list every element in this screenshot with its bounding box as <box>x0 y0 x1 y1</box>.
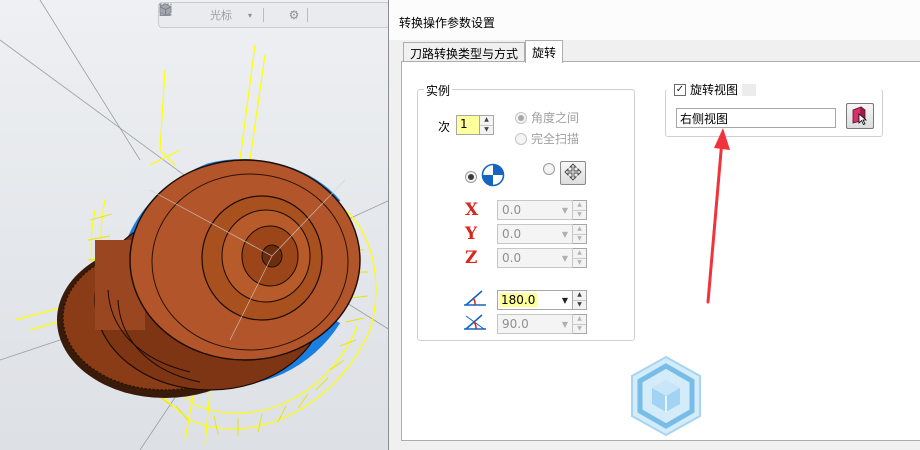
select-mode-icon[interactable] <box>159 3 206 22</box>
instance-group: 实例 次 1 ▲ ▼ 角度之间 完全扫描 X 0.0 ▼ ▲ ▼ Y 0.0 ▼… <box>417 82 635 341</box>
rotation-point-icon <box>481 163 505 190</box>
move-arrows-icon <box>564 162 582 184</box>
part-body <box>94 159 361 391</box>
start-angle-value: 180.0 <box>499 293 538 307</box>
z-value-combo[interactable]: 0.0 ▼ ▲ ▼ <box>497 248 587 268</box>
radio-dot[interactable] <box>515 132 527 145</box>
watermark-logo <box>631 355 701 437</box>
count-stepper[interactable]: 1 ▲ ▼ <box>456 115 494 135</box>
radio-rotate-move[interactable] <box>543 163 555 175</box>
spin-down-icon[interactable]: ▼ <box>573 233 586 244</box>
spin-up-icon[interactable]: ▲ <box>480 116 493 125</box>
dropdown-arrow-icon[interactable]: ▼ <box>562 230 568 239</box>
layers-icon[interactable] <box>159 4 345 22</box>
radio-full-sweep-label: 完全扫描 <box>531 132 580 146</box>
z-axis-label: Z <box>465 248 478 268</box>
floating-toolbar: 光标 ▾ ⚙ <box>158 2 390 28</box>
chevron-down-icon[interactable]: ▾ <box>243 8 257 22</box>
gear-icon[interactable]: ⚙ <box>287 8 301 22</box>
x-value-combo[interactable]: 0.0 ▼ ▲ ▼ <box>497 200 587 220</box>
start-angle-combo[interactable]: 180.0 ▼ ▲ ▼ <box>497 290 587 310</box>
radio-dot[interactable] <box>515 111 527 124</box>
rotate-view-checkbox[interactable]: ✓ <box>674 83 686 96</box>
spin-up-icon[interactable]: ▲ <box>573 201 586 210</box>
rotate-view-label: 旋转视图 <box>690 83 739 97</box>
z-value: 0.0 <box>502 251 522 265</box>
dropdown-arrow-icon[interactable]: ▼ <box>562 206 568 215</box>
tab-rotate[interactable]: 旋转 <box>525 40 564 63</box>
dialog-title: 转换操作参数设置 <box>389 0 920 40</box>
red-arrow-annotation <box>706 128 730 304</box>
sweep-angle-value: 90.0 <box>502 317 529 331</box>
spin-up-icon[interactable]: ▲ <box>573 225 586 234</box>
x-value: 0.0 <box>502 203 522 217</box>
radio-dot[interactable] <box>543 163 555 175</box>
spin-down-icon[interactable]: ▼ <box>480 124 493 135</box>
spin-down-icon[interactable]: ▼ <box>573 209 586 220</box>
spin-up-icon[interactable]: ▲ <box>573 315 586 324</box>
sweep-angle-combo[interactable]: 90.0 ▼ ▲ ▼ <box>497 314 587 334</box>
sweep-angle-icon <box>462 310 488 335</box>
spin-up-icon[interactable]: ▲ <box>573 249 586 258</box>
y-value: 0.0 <box>502 227 522 241</box>
count-label: 次 <box>438 120 451 134</box>
y-value-combo[interactable]: 0.0 ▼ ▲ ▼ <box>497 224 587 244</box>
cursor-mode-label[interactable]: 光标 <box>210 7 232 23</box>
view-select-icon <box>850 105 870 128</box>
lock-icon[interactable] <box>159 3 189 22</box>
start-angle-icon <box>462 288 488 311</box>
radio-dot[interactable] <box>465 170 477 183</box>
cad-viewport[interactable]: 光标 ▾ ⚙ <box>0 0 390 450</box>
move-origin-button[interactable] <box>560 161 586 185</box>
dropdown-arrow-icon[interactable]: ▼ <box>562 254 568 263</box>
pick-view-button[interactable] <box>846 103 874 129</box>
spin-down-icon[interactable]: ▼ <box>573 299 586 310</box>
dropdown-arrow-icon[interactable]: ▼ <box>562 320 568 329</box>
tab-strip: 刀路转换类型与方式 旋转 <box>403 40 564 63</box>
snap-icon[interactable] <box>160 3 284 22</box>
spin-down-icon[interactable]: ▼ <box>573 257 586 268</box>
toolpath-graphics <box>0 0 390 450</box>
spin-up-icon[interactable]: ▲ <box>573 291 586 300</box>
rotate-tab-panel: 实例 次 1 ▲ ▼ 角度之间 完全扫描 X 0.0 ▼ ▲ ▼ Y 0.0 ▼… <box>401 61 920 441</box>
dropdown-arrow-icon[interactable]: ▼ <box>562 296 568 305</box>
spin-down-icon[interactable]: ▼ <box>573 323 586 334</box>
y-axis-label: Y <box>465 224 478 244</box>
radio-full-sweep[interactable]: 完全扫描 <box>515 130 579 147</box>
rotate-view-checkbox-row[interactable]: ✓ 旋转视图 <box>674 81 761 98</box>
instance-group-legend: 实例 <box>424 82 453 99</box>
count-input[interactable]: 1 <box>456 115 480 135</box>
radio-rotate-about-point[interactable] <box>465 163 505 190</box>
transform-params-dialog: 转换操作参数设置 刀路转换类型与方式 旋转 实例 次 1 ▲ ▼ 角度之间 完全… <box>388 0 920 450</box>
x-axis-label: X <box>465 200 479 220</box>
radio-between-angles[interactable]: 角度之间 <box>515 109 579 126</box>
tab-transform-type[interactable]: 刀路转换类型与方式 <box>403 42 526 62</box>
radio-between-angles-label: 角度之间 <box>531 111 580 125</box>
pointer-icon[interactable] <box>160 4 328 22</box>
cube-icon[interactable] <box>159 3 362 22</box>
